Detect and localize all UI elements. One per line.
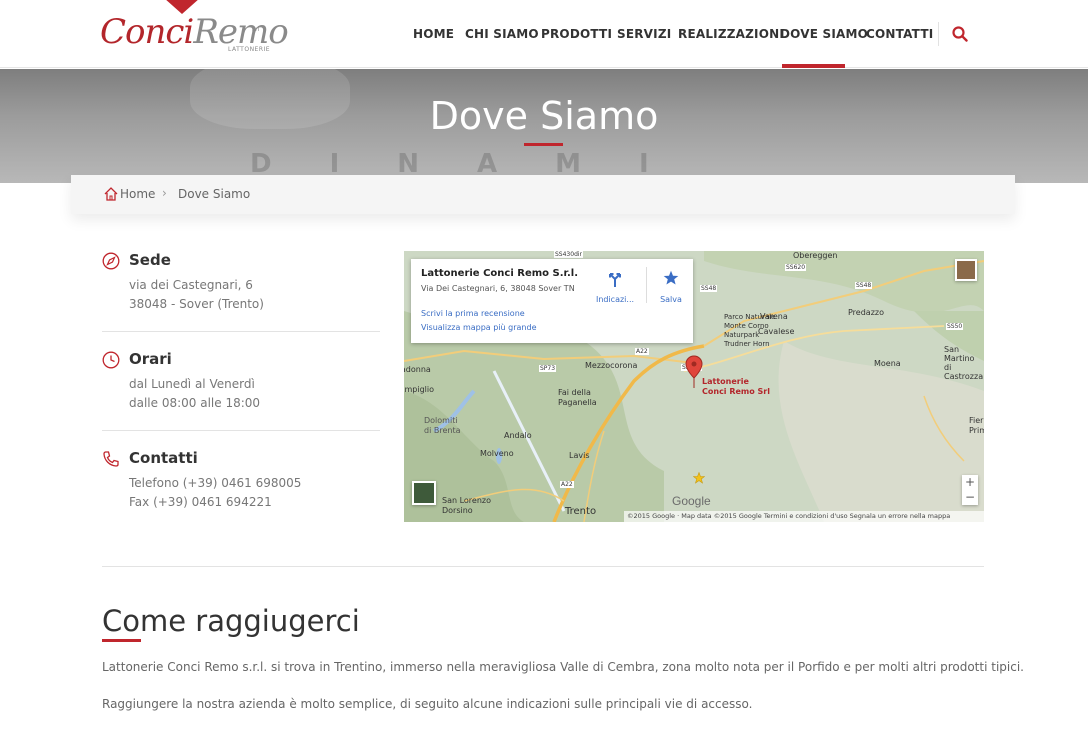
larger-map-link[interactable]: Visualizza mappa più grande (421, 323, 537, 332)
breadcrumb-home[interactable]: Home (120, 187, 155, 201)
info-divider (102, 331, 380, 332)
map-road-label: SS48 (855, 282, 873, 289)
contatti-title: Contatti (129, 449, 198, 467)
breadcrumb-current: Dove Siamo (178, 187, 251, 201)
map-place-label: Varena (760, 312, 788, 321)
map-place-label: Madonna di Campiglio (404, 365, 434, 394)
sede-title: Sede (129, 251, 171, 269)
avatar[interactable] (955, 259, 977, 281)
directions-button[interactable]: Indicazi... (589, 265, 641, 307)
section-paragraph: Lattonerie Conci Remo s.r.l. si trova in… (102, 660, 1024, 674)
nav-chi-siamo[interactable]: CHI SIAMO (465, 27, 539, 41)
directions-label: Indicazi... (595, 295, 635, 304)
map-place-label: Fai della Paganella (558, 388, 597, 407)
satellite-toggle[interactable] (412, 481, 436, 505)
map-place-label: Lavis (569, 451, 590, 460)
map-card-address: Via Dei Castegnari, 6, 38048 Sover TN (421, 284, 575, 293)
zoom-in-button[interactable]: + (962, 475, 978, 490)
map-pin-label-line2: Conci Remo Srl (702, 387, 770, 396)
orari-days-line: dal Lunedì al Venerdì (129, 377, 255, 391)
map-place-label: Dolomiti di Brenta (424, 416, 461, 435)
home-icon[interactable] (103, 186, 119, 202)
section-title-underline (102, 639, 141, 642)
clock-icon (102, 351, 120, 369)
map-road-label: SS620 (785, 264, 807, 271)
logo-conci: Conci (100, 12, 194, 52)
google-map[interactable]: Obereggen Parco Naturale Monte Corno Nat… (404, 251, 984, 522)
nav-contatti[interactable]: CONTATTI (866, 27, 933, 41)
breadcrumb-separator: › (162, 186, 167, 200)
nav-active-indicator (782, 64, 845, 68)
map-place-label: Moena (874, 359, 901, 368)
map-place-label: Trento (565, 506, 597, 517)
compass-icon (102, 252, 120, 270)
sede-address-line: via dei Castegnari, 6 (129, 278, 253, 292)
save-label: Salva (660, 295, 682, 304)
contatti-phone[interactable]: Telefono (+39) 0461 698005 (129, 476, 301, 490)
map-place-label: San Martino di Castrozza (944, 345, 984, 381)
nav-home[interactable]: HOME (413, 27, 454, 41)
directions-icon (609, 273, 621, 287)
nav-dove-siamo[interactable]: DOVE SIAMO (780, 27, 868, 41)
sede-city-line: 38048 - Sover (Trento) (129, 297, 264, 311)
orari-title: Orari (129, 350, 172, 368)
page-title: Dove Siamo (429, 94, 659, 138)
map-pin-icon[interactable] (685, 355, 703, 389)
zoom-out-button[interactable]: − (962, 490, 978, 505)
section-paragraph: Raggiungere la nostra azienda è molto se… (102, 697, 753, 711)
logo-srl: srl (252, 26, 260, 33)
map-road-label: SS430dir (554, 251, 584, 258)
nav-servizi[interactable]: SERVIZI (617, 27, 671, 41)
map-place-label: Mezzocorona (585, 361, 638, 370)
map-road-label: A22 (635, 348, 649, 355)
map-pin-label-line1: Lattonerie (702, 377, 749, 386)
map-road-label: SS48 (700, 285, 718, 292)
map-place-label: Fiera di Primiero (969, 416, 984, 435)
map-road-label: A22 (560, 481, 574, 488)
contatti-fax: Fax (+39) 0461 694221 (129, 495, 272, 509)
google-logo: Google (672, 494, 711, 508)
map-road-label: SS50 (946, 323, 964, 330)
star-marker-icon (693, 472, 705, 484)
site-header: ConciRemo srl LATTONERIE HOME CHI SIAMO … (0, 0, 1088, 68)
info-divider (102, 430, 380, 431)
section-divider (102, 566, 984, 567)
map-pin-label: Lattonerie Conci Remo Srl (702, 377, 770, 397)
map-card-separator (646, 267, 647, 303)
orari-hours-line: dalle 08:00 alle 18:00 (129, 396, 261, 410)
map-attribution[interactable]: ©2015 Google · Map data ©2015 Google Ter… (624, 511, 984, 522)
phone-icon (103, 451, 119, 467)
write-review-link[interactable]: Scrivi la prima recensione (421, 309, 525, 318)
map-place-label: Andalo (504, 431, 532, 440)
star-icon (663, 270, 679, 285)
zoom-control: + − (962, 475, 978, 505)
map-road-label: SP73 (539, 365, 557, 372)
map-card-name: Lattonerie Conci Remo S.r.l. (421, 268, 579, 279)
logo-subtitle: LATTONERIE (228, 46, 271, 53)
map-place-label: Predazzo (848, 308, 884, 317)
search-icon[interactable] (952, 26, 968, 42)
logo[interactable]: ConciRemo srl LATTONERIE (100, 0, 289, 60)
map-info-card: Lattonerie Conci Remo S.r.l. Via Dei Cas… (411, 259, 693, 343)
nav-prodotti[interactable]: PRODOTTI (541, 27, 612, 41)
page-title-underline (524, 143, 563, 146)
nav-separator (938, 22, 939, 46)
save-button[interactable]: Salva (651, 265, 691, 307)
map-place-label: Obereggen (793, 251, 838, 260)
nav-realizzazioni[interactable]: REALIZZAZIONI (678, 27, 784, 41)
map-place-label: Molveno (480, 449, 514, 458)
map-place-label: San Lorenzo Dorsino (442, 496, 492, 515)
section-title: Come raggiugerci (102, 604, 360, 638)
map-place-label: Cavalese (758, 327, 795, 336)
